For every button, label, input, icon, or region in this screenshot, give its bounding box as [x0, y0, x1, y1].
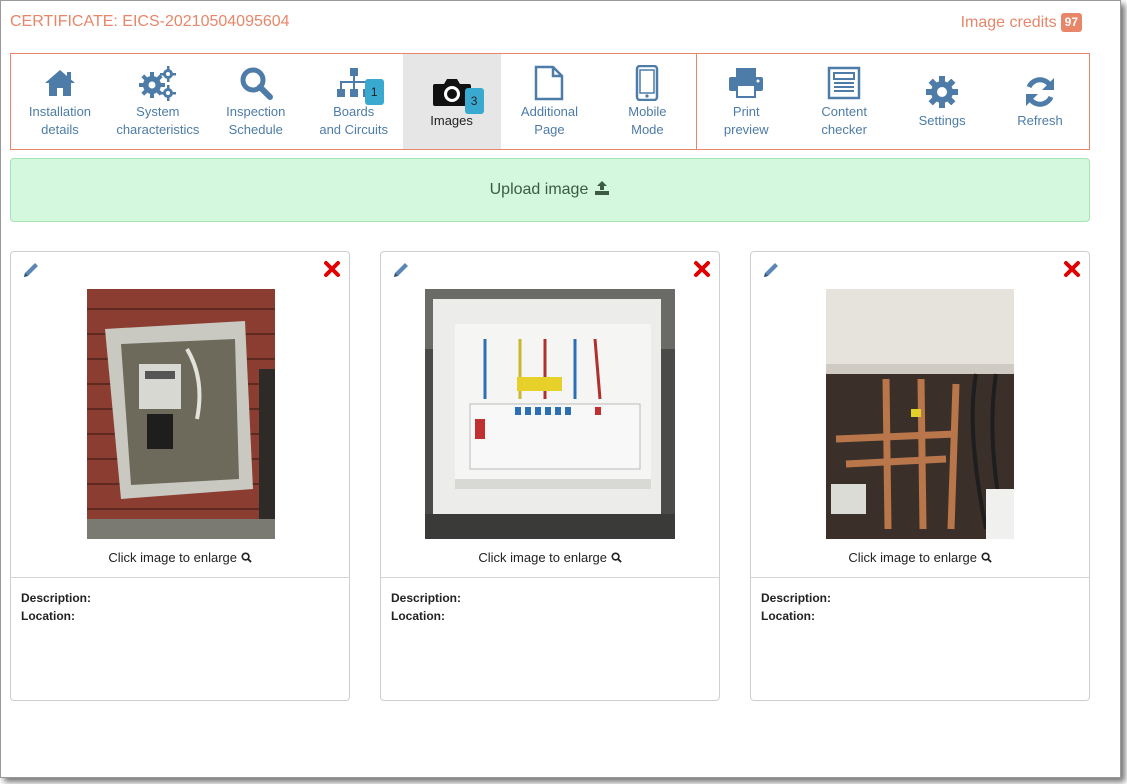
tab-images[interactable]: 3 Images — [402, 54, 501, 149]
mobile-icon — [635, 64, 659, 101]
tab-label: Inspection Schedule — [226, 103, 286, 137]
tab-label: Mobile Mode — [628, 103, 667, 137]
location-label: Location: — [391, 609, 445, 623]
search-icon — [611, 552, 622, 563]
card-meta: Description: Location: — [391, 589, 461, 625]
app-window: CERTIFICATE: EICS-20210504095604 Image c… — [0, 0, 1121, 778]
certificate-title: CERTIFICATE: EICS-20210504095604 — [10, 13, 290, 30]
main-toolbar: Installation details System characterist… — [10, 53, 1090, 150]
description-label: Description: — [391, 591, 462, 605]
file-icon — [534, 65, 564, 101]
tab-label: Print preview — [723, 103, 769, 137]
newspaper-icon — [827, 65, 861, 101]
images-count-badge: 3 — [464, 87, 484, 114]
card-divider — [381, 577, 719, 578]
refresh-icon — [1023, 74, 1057, 110]
print-icon — [728, 65, 764, 101]
enlarge-link[interactable]: Click image to enlarge — [751, 550, 1089, 565]
description-label: Description: — [21, 591, 92, 605]
image-credits-badge: 97 — [1060, 13, 1082, 32]
upload-image-button[interactable]: Upload image — [10, 158, 1090, 222]
image-card: Click image to enlarge Description: Loca… — [10, 251, 350, 701]
tab-settings[interactable]: Settings — [893, 54, 991, 149]
upload-icon — [594, 180, 610, 201]
tab-label: Settings — [918, 112, 966, 128]
close-icon[interactable] — [693, 260, 711, 278]
card-divider — [11, 577, 349, 578]
tab-inspection-schedule[interactable]: Inspection Schedule — [207, 54, 305, 149]
pencil-icon[interactable] — [761, 260, 781, 280]
sitemap-icon: 1 — [336, 65, 384, 105]
search-icon — [239, 65, 273, 101]
consumer-unit-photo[interactable] — [425, 289, 675, 539]
image-card: Click image to enlarge Description: Loca… — [380, 251, 720, 701]
tab-label: Content checker — [821, 103, 867, 137]
gear-icon — [925, 74, 959, 110]
camera-icon: 3 — [432, 74, 484, 114]
enlarge-link[interactable]: Click image to enlarge — [11, 550, 349, 565]
enlarge-text: Click image to enlarge — [108, 550, 237, 565]
upload-label: Upload image — [489, 181, 589, 198]
image-credits[interactable]: Image credits 97 — [961, 13, 1082, 32]
pencil-icon[interactable] — [21, 260, 41, 280]
tab-label: Refresh — [1017, 112, 1063, 128]
tab-label: System characteristics — [116, 103, 200, 137]
tab-system-characteristics[interactable]: System characteristics — [109, 54, 207, 149]
home-icon — [43, 65, 77, 101]
pipework-photo[interactable] — [826, 289, 1014, 539]
pencil-icon[interactable] — [391, 260, 411, 280]
tab-boards-and-circuits[interactable]: 1 Boards and Circuits — [305, 54, 403, 149]
tab-label: Additional Page — [520, 103, 579, 137]
tab-label: Installation details — [28, 103, 92, 137]
cogs-icon — [138, 65, 178, 101]
tab-refresh[interactable]: Refresh — [991, 54, 1089, 149]
description-label: Description: — [761, 591, 832, 605]
close-icon[interactable] — [323, 260, 341, 278]
search-icon — [981, 552, 992, 563]
tab-label: Images — [430, 112, 473, 128]
location-label: Location: — [21, 609, 75, 623]
card-meta: Description: Location: — [761, 589, 831, 625]
enlarge-link[interactable]: Click image to enlarge — [381, 550, 719, 565]
tab-label: Boards and Circuits — [319, 103, 388, 137]
tab-mobile-mode[interactable]: Mobile Mode — [598, 54, 696, 149]
meter-box-photo[interactable] — [87, 289, 275, 539]
image-credits-label: Image credits — [960, 13, 1057, 31]
enlarge-text: Click image to enlarge — [848, 550, 977, 565]
close-icon[interactable] — [1063, 260, 1081, 278]
tab-additional-page[interactable]: Additional Page — [501, 54, 599, 149]
tab-print-preview[interactable]: Print preview — [697, 54, 795, 149]
image-card: Click image to enlarge Description: Loca… — [750, 251, 1090, 701]
search-icon — [241, 552, 252, 563]
tab-content-checker[interactable]: Content checker — [795, 54, 893, 149]
tab-installation-details[interactable]: Installation details — [11, 54, 109, 149]
location-label: Location: — [761, 609, 815, 623]
enlarge-text: Click image to enlarge — [478, 550, 607, 565]
boards-count-badge: 1 — [364, 78, 384, 105]
card-meta: Description: Location: — [21, 589, 91, 625]
card-divider — [751, 577, 1089, 578]
